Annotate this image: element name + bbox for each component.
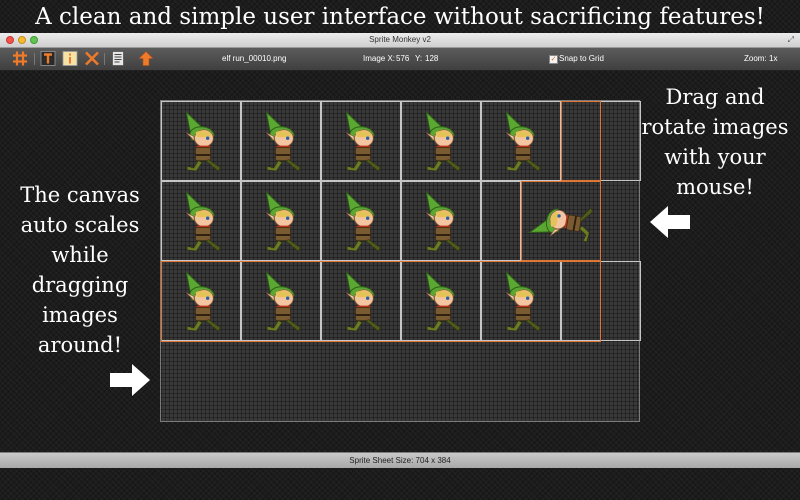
image-y-label: Y: bbox=[415, 54, 423, 63]
snap-to-grid-checkbox[interactable]: ✓ bbox=[549, 55, 558, 64]
fullscreen-icon[interactable]: ⤢ bbox=[788, 36, 794, 44]
image-y-value: 128 bbox=[425, 54, 439, 63]
text-tool-icon[interactable] bbox=[40, 50, 56, 67]
file-name: elf run_00010.png bbox=[222, 54, 287, 63]
sprite-sheet-size: Sprite Sheet Size: 704 x 384 bbox=[349, 456, 451, 465]
snap-to-grid-label[interactable]: Snap to Grid bbox=[559, 48, 604, 70]
sprite-frame[interactable] bbox=[255, 105, 311, 177]
image-x-label: Image X: bbox=[363, 54, 396, 63]
sprite-cell bbox=[481, 181, 521, 261]
sprite-frame[interactable] bbox=[415, 105, 471, 177]
image-x-value: 576 bbox=[396, 54, 410, 63]
selection-outline bbox=[161, 261, 601, 342]
headline: A clean and simple user interface withou… bbox=[35, 4, 765, 30]
toolbar-separator bbox=[104, 53, 105, 65]
drag-rotate-note: Drag and rotate images with your mouse! bbox=[641, 85, 789, 199]
left-arrow-icon bbox=[650, 206, 690, 238]
right-arrow-icon bbox=[110, 364, 150, 396]
sprite-frame[interactable] bbox=[255, 185, 311, 257]
zoom-value: 1x bbox=[769, 54, 778, 63]
sprite-frame[interactable] bbox=[415, 185, 471, 257]
sprite-frame[interactable] bbox=[335, 105, 391, 177]
toolbar-separator bbox=[34, 53, 35, 65]
status-bar: Sprite Sheet Size: 704 x 384 bbox=[0, 452, 800, 468]
window-titlebar[interactable]: Sprite Monkey v2 ⤢ bbox=[0, 33, 800, 48]
sprite-frame[interactable] bbox=[175, 185, 231, 257]
sprite-frame[interactable] bbox=[495, 105, 551, 177]
sprite-frame[interactable] bbox=[335, 185, 391, 257]
zoom-label: Zoom: bbox=[744, 54, 767, 63]
info-icon[interactable] bbox=[62, 50, 78, 67]
canvas-autoscale-note: The canvas auto scales while dragging im… bbox=[20, 183, 140, 357]
sprite-frame[interactable] bbox=[175, 105, 231, 177]
delete-icon[interactable] bbox=[84, 50, 100, 67]
window-title: Sprite Monkey v2 bbox=[369, 35, 431, 44]
sprite-canvas[interactable] bbox=[160, 100, 641, 422]
toolbar: elf run_00010.png Image X: 576 Y: 128 ✓ … bbox=[0, 48, 800, 71]
document-icon[interactable] bbox=[110, 50, 126, 67]
grid-icon[interactable] bbox=[12, 50, 28, 67]
export-arrow-icon[interactable] bbox=[138, 50, 154, 67]
selection-outline bbox=[561, 101, 601, 181]
